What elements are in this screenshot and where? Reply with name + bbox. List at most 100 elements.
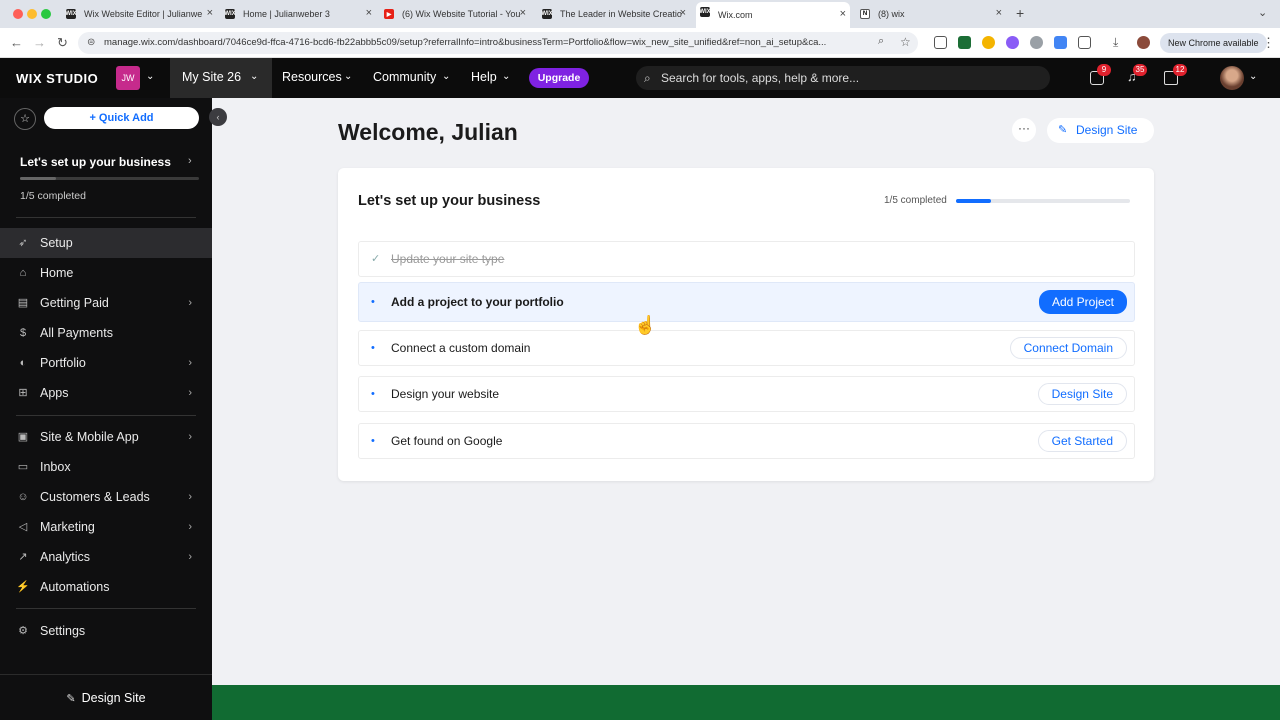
- wix-top-bar: WIX STUDIO JW ⌄ My Site 26 ⌄ Resources ⌄…: [0, 58, 1280, 98]
- close-tab-icon[interactable]: ×: [520, 7, 526, 19]
- design-site-task-button[interactable]: Design Site: [1037, 383, 1127, 405]
- bullet-icon: •: [371, 296, 375, 308]
- close-tab-icon[interactable]: ×: [680, 7, 686, 19]
- chevron-down-icon: ⌄: [502, 71, 511, 82]
- extension-screenshot-icon[interactable]: [934, 36, 947, 49]
- page-title: Welcome, Julian: [338, 119, 518, 145]
- sidebar-item-setup[interactable]: ➶ Setup: [0, 228, 212, 258]
- task-update-site-type[interactable]: ✓ Update your site type: [358, 241, 1135, 277]
- download-icon[interactable]: ⤓: [1113, 35, 1118, 50]
- chevron-right-icon: ›: [188, 551, 192, 563]
- extensions-puzzle-icon[interactable]: [1078, 36, 1091, 49]
- site-info-icon[interactable]: ⊜: [87, 32, 95, 54]
- extension-icon[interactable]: [1006, 36, 1019, 49]
- design-site-label: Design Site: [81, 691, 146, 705]
- chrome-update-button[interactable]: New Chrome available: [1160, 33, 1267, 53]
- sidebar-item-portfolio[interactable]: ◐ Portfolio ›: [0, 348, 212, 378]
- tab-title: Wix Website Editor | Julianwe: [84, 9, 203, 19]
- site-icon: ▣: [17, 431, 29, 443]
- browser-address-bar: ← → ↻ ⊜ manage.wix.com/dashboard/7046ce9…: [0, 28, 1280, 58]
- sidebar-item-label: All Payments: [40, 326, 113, 340]
- minimize-window-dot[interactable]: [27, 9, 37, 19]
- setup-card-title[interactable]: Let's set up your business: [20, 155, 171, 169]
- more-actions-icon[interactable]: ···: [1012, 118, 1036, 142]
- sidebar-item-settings[interactable]: ⚙ Settings: [0, 616, 212, 646]
- sidebar-item-automations[interactable]: ⚡ Automations: [0, 572, 212, 602]
- chat-badge: 9: [1097, 64, 1111, 76]
- reload-icon[interactable]: ↻: [57, 35, 68, 51]
- task-get-found-google[interactable]: • Get found on Google Get Started: [358, 423, 1135, 459]
- help-menu[interactable]: Help: [471, 70, 497, 84]
- forward-arrow-icon[interactable]: →: [33, 35, 46, 50]
- profile-avatar[interactable]: [1137, 36, 1150, 49]
- add-project-button[interactable]: Add Project: [1038, 290, 1127, 314]
- automation-icon: ⚡: [16, 581, 30, 593]
- user-avatar[interactable]: [1220, 66, 1244, 90]
- extension-icon[interactable]: [1030, 36, 1043, 49]
- sidebar-item-home[interactable]: ⌂ Home: [0, 258, 212, 288]
- design-site-button[interactable]: ✎ Design Site: [1047, 118, 1154, 143]
- browser-tab[interactable]: WIX Home | Julianweber 3 ×: [221, 4, 376, 24]
- resources-menu[interactable]: Resources: [282, 70, 342, 84]
- tab-title: Home | Julianweber 3: [243, 9, 330, 19]
- extension-icon[interactable]: [982, 36, 995, 49]
- chevron-right-icon[interactable]: ›: [188, 155, 192, 167]
- wix-studio-logo[interactable]: WIX STUDIO: [16, 71, 98, 86]
- quick-add-button[interactable]: + Quick Add: [44, 107, 199, 129]
- site-selector[interactable]: My Site 26 ⌄: [170, 58, 272, 98]
- task-add-project[interactable]: • Add a project to your portfolio Add Pr…: [358, 282, 1135, 322]
- sidebar-item-marketing[interactable]: ◁ Marketing ›: [0, 512, 212, 542]
- chevron-down-icon[interactable]: ⌄: [146, 71, 154, 82]
- bookmark-star-icon[interactable]: ☆: [900, 35, 911, 49]
- pencil-icon: ✎: [1058, 124, 1068, 136]
- sidebar-item-apps[interactable]: ⊞ Apps ›: [0, 378, 212, 408]
- search-placeholder: Search for tools, apps, help & more...: [661, 71, 860, 85]
- connect-domain-button[interactable]: Connect Domain: [1009, 337, 1127, 359]
- browser-tab[interactable]: WIX Wix Website Editor | Julianwe ×: [62, 4, 217, 24]
- collapse-sidebar-icon[interactable]: ‹: [209, 108, 227, 126]
- sidebar-item-getting-paid[interactable]: ▤ Getting Paid ›: [0, 288, 212, 318]
- browser-tab[interactable]: ▶ (6) Wix Website Tutorial - You ×: [380, 4, 530, 24]
- notion-favicon-icon: N: [860, 9, 870, 19]
- sidebar-item-inbox[interactable]: ▭ Inbox: [0, 452, 212, 482]
- browser-tab[interactable]: WIX The Leader in Website Creatio ×: [538, 4, 690, 24]
- back-arrow-icon[interactable]: ←: [10, 35, 23, 50]
- browser-tab[interactable]: N (8) wix ×: [856, 4, 1006, 24]
- sidebar-item-label: Home: [40, 266, 74, 280]
- close-tab-icon[interactable]: ×: [996, 7, 1002, 19]
- sidebar-item-customers-leads[interactable]: ☺ Customers & Leads ›: [0, 482, 212, 512]
- close-tab-icon[interactable]: ×: [366, 7, 372, 19]
- close-tab-icon[interactable]: ×: [840, 8, 846, 20]
- browser-menu-icon[interactable]: ⋮: [1262, 35, 1275, 51]
- new-tab-icon[interactable]: +: [1016, 5, 1024, 21]
- chevron-down-icon: ⌄: [442, 71, 451, 82]
- sidebar-item-label: Analytics: [40, 550, 91, 564]
- tab-list-chevron-icon[interactable]: ⌄: [1258, 6, 1267, 19]
- home-icon: ⌂: [19, 267, 27, 279]
- zoom-icon[interactable]: ⌕: [878, 35, 884, 48]
- task-label: Design your website: [391, 387, 500, 401]
- extension-icon[interactable]: [958, 36, 971, 49]
- workspace-avatar[interactable]: JW: [116, 66, 140, 90]
- close-tab-icon[interactable]: ×: [207, 7, 213, 19]
- card-title: Let's set up your business: [358, 193, 541, 209]
- search-input[interactable]: ⌕ Search for tools, apps, help & more...: [636, 66, 1050, 90]
- community-menu[interactable]: Community: [373, 70, 436, 84]
- browser-tab-active[interactable]: WIX Wix.com ×: [696, 2, 850, 28]
- maximize-window-dot[interactable]: [41, 9, 51, 19]
- task-design-website[interactable]: • Design your website Design Site: [358, 376, 1135, 412]
- sidebar-item-analytics[interactable]: ↗ Analytics ›: [0, 542, 212, 572]
- sidebar-item-site-mobile-app[interactable]: ▣ Site & Mobile App ›: [0, 422, 212, 452]
- sidebar-design-site-button[interactable]: ✎ Design Site: [0, 674, 212, 720]
- chevron-down-icon[interactable]: ⌄: [1249, 71, 1257, 82]
- gear-icon: ⚙: [18, 625, 28, 637]
- task-connect-domain[interactable]: • Connect a custom domain Connect Domain: [358, 330, 1135, 366]
- get-started-button[interactable]: Get Started: [1037, 430, 1127, 452]
- upgrade-button[interactable]: Upgrade: [529, 68, 589, 88]
- sidebar-item-all-payments[interactable]: $ All Payments: [0, 318, 212, 348]
- close-window-dot[interactable]: [13, 9, 23, 19]
- url-field[interactable]: ⊜ manage.wix.com/dashboard/7046ce9d-ffca…: [78, 32, 918, 54]
- tab-title: Wix.com: [718, 10, 753, 20]
- star-icon[interactable]: ☆: [14, 108, 36, 130]
- extension-icon[interactable]: [1054, 36, 1067, 49]
